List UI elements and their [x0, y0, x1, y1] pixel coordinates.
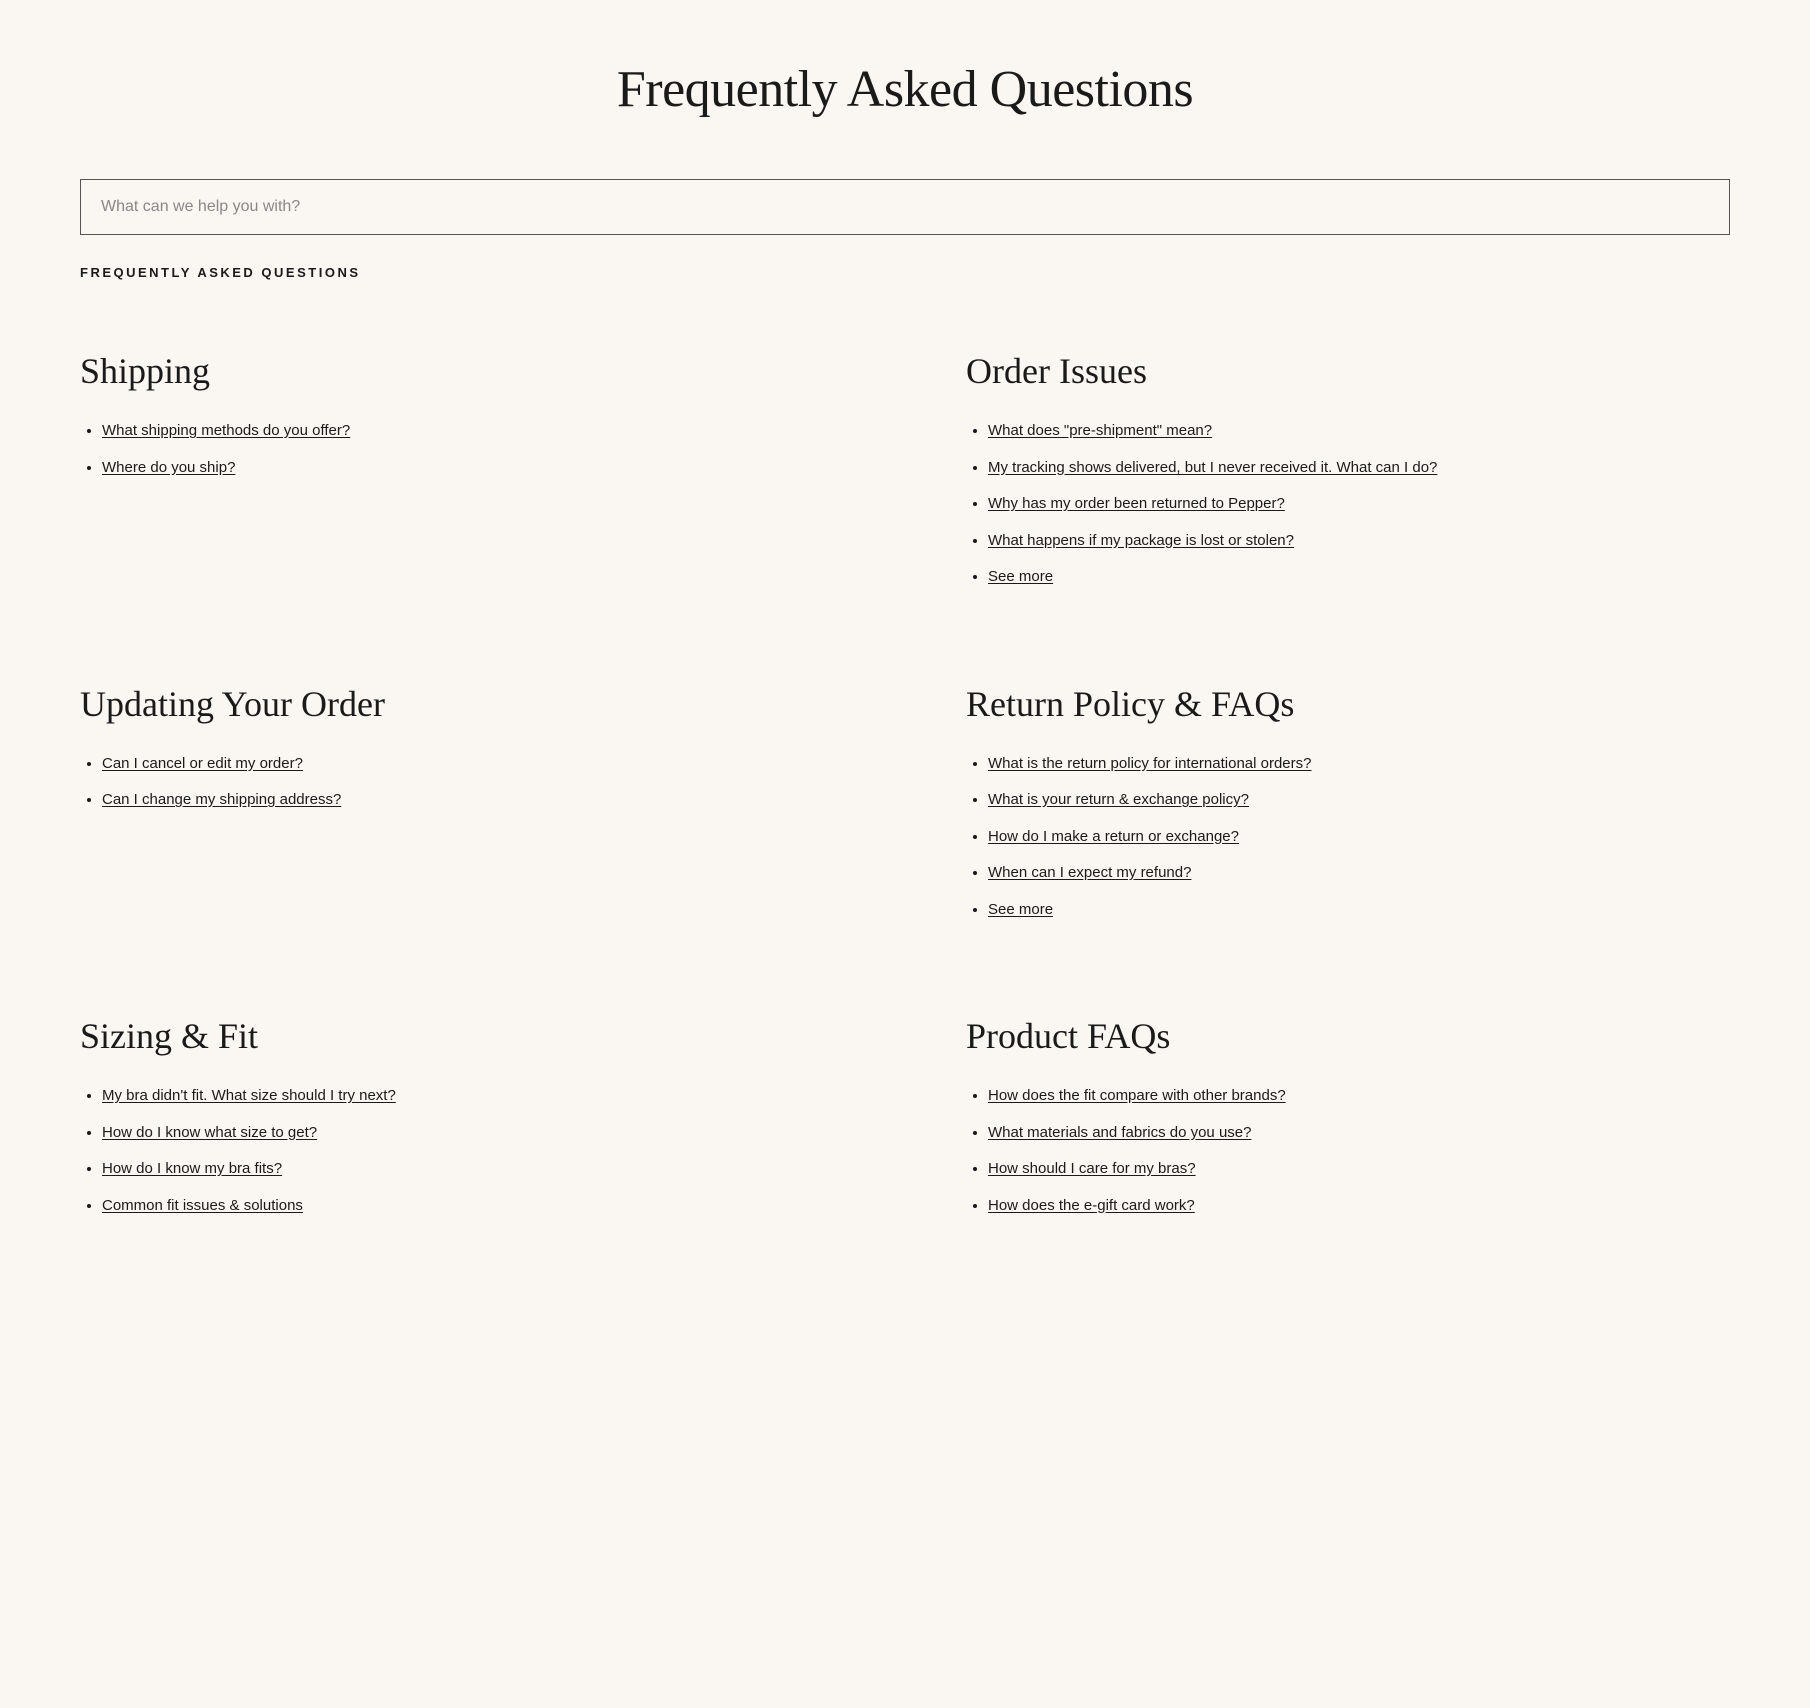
list-item: My tracking shows delivered, but I never… — [988, 457, 1730, 480]
list-item: See more — [988, 899, 1730, 922]
list-item: Why has my order been returned to Pepper… — [988, 493, 1730, 516]
list-item: What is your return & exchange policy? — [988, 789, 1730, 812]
faq-list-updating-order: Can I cancel or edit my order? Can I chan… — [80, 753, 845, 812]
faq-question-link[interactable]: What happens if my package is lost or st… — [988, 532, 1294, 549]
faq-section-return-policy: Return Policy & FAQs What is the return p… — [905, 653, 1730, 986]
list-item: How do I know what size to get? — [102, 1122, 845, 1145]
faq-question-link[interactable]: My bra didn't fit. What size should I tr… — [102, 1087, 396, 1104]
list-item: Where do you ship? — [102, 457, 845, 480]
see-more-link[interactable]: See more — [988, 568, 1053, 585]
faq-question-link[interactable]: What is the return policy for internatio… — [988, 755, 1312, 772]
faq-section-shipping: Shipping What shipping methods do you off… — [80, 320, 905, 653]
faq-section-order-issues: Order Issues What does "pre-shipment" mea… — [905, 320, 1730, 653]
faq-question-link[interactable]: How do I make a return or exchange? — [988, 828, 1239, 845]
list-item: Common fit issues & solutions — [102, 1195, 845, 1218]
faq-list-sizing-fit: My bra didn't fit. What size should I tr… — [80, 1085, 845, 1217]
list-item: See more — [988, 566, 1730, 589]
list-item: How do I make a return or exchange? — [988, 826, 1730, 849]
faq-title-shipping: Shipping — [80, 350, 845, 392]
list-item: My bra didn't fit. What size should I tr… — [102, 1085, 845, 1108]
faq-title-product-faqs: Product FAQs — [966, 1015, 1730, 1057]
faq-question-link[interactable]: How should I care for my bras? — [988, 1160, 1196, 1177]
list-item: When can I expect my refund? — [988, 862, 1730, 885]
faq-question-link[interactable]: How do I know what size to get? — [102, 1124, 317, 1141]
faq-question-link[interactable]: How does the e-gift card work? — [988, 1197, 1195, 1214]
faq-list-order-issues: What does "pre-shipment" mean? My trackin… — [966, 420, 1730, 589]
faq-title-return-policy: Return Policy & FAQs — [966, 683, 1730, 725]
faq-question-link[interactable]: My tracking shows delivered, but I never… — [988, 459, 1437, 476]
list-item: How does the e-gift card work? — [988, 1195, 1730, 1218]
faq-title-sizing-fit: Sizing & Fit — [80, 1015, 845, 1057]
faq-question-link[interactable]: What is your return & exchange policy? — [988, 791, 1249, 808]
faq-section-updating-order: Updating Your Order Can I cancel or edit … — [80, 653, 905, 986]
list-item: How should I care for my bras? — [988, 1158, 1730, 1181]
faq-question-link[interactable]: What does "pre-shipment" mean? — [988, 422, 1212, 439]
search-input[interactable] — [80, 179, 1730, 235]
faq-section-product-faqs: Product FAQs How does the fit compare wit… — [905, 985, 1730, 1281]
list-item: How do I know my bra fits? — [102, 1158, 845, 1181]
search-container — [80, 179, 1730, 235]
faq-question-link[interactable]: Can I change my shipping address? — [102, 791, 341, 808]
faq-list-product-faqs: How does the fit compare with other bran… — [966, 1085, 1730, 1217]
list-item: What shipping methods do you offer? — [102, 420, 845, 443]
faq-grid: Shipping What shipping methods do you off… — [80, 320, 1730, 1281]
section-label: FREQUENTLY ASKED QUESTIONS — [80, 265, 1730, 280]
see-more-link[interactable]: See more — [988, 901, 1053, 918]
list-item: How does the fit compare with other bran… — [988, 1085, 1730, 1108]
faq-title-updating-order: Updating Your Order — [80, 683, 845, 725]
faq-list-shipping: What shipping methods do you offer? Where… — [80, 420, 845, 479]
faq-question-link[interactable]: Why has my order been returned to Pepper… — [988, 495, 1285, 512]
faq-question-link[interactable]: How do I know my bra fits? — [102, 1160, 282, 1177]
page-title: Frequently Asked Questions — [80, 60, 1730, 119]
faq-question-link[interactable]: Where do you ship? — [102, 459, 235, 476]
faq-question-link[interactable]: How does the fit compare with other bran… — [988, 1087, 1286, 1104]
list-item: What does "pre-shipment" mean? — [988, 420, 1730, 443]
list-item: What happens if my package is lost or st… — [988, 530, 1730, 553]
faq-title-order-issues: Order Issues — [966, 350, 1730, 392]
faq-question-link[interactable]: Common fit issues & solutions — [102, 1197, 303, 1214]
faq-section-sizing-fit: Sizing & Fit My bra didn't fit. What size… — [80, 985, 905, 1281]
faq-question-link[interactable]: What materials and fabrics do you use? — [988, 1124, 1251, 1141]
faq-question-link[interactable]: Can I cancel or edit my order? — [102, 755, 303, 772]
list-item: Can I change my shipping address? — [102, 789, 845, 812]
list-item: What materials and fabrics do you use? — [988, 1122, 1730, 1145]
faq-question-link[interactable]: When can I expect my refund? — [988, 864, 1191, 881]
faq-list-return-policy: What is the return policy for internatio… — [966, 753, 1730, 922]
list-item: What is the return policy for internatio… — [988, 753, 1730, 776]
faq-question-link[interactable]: What shipping methods do you offer? — [102, 422, 350, 439]
list-item: Can I cancel or edit my order? — [102, 753, 845, 776]
